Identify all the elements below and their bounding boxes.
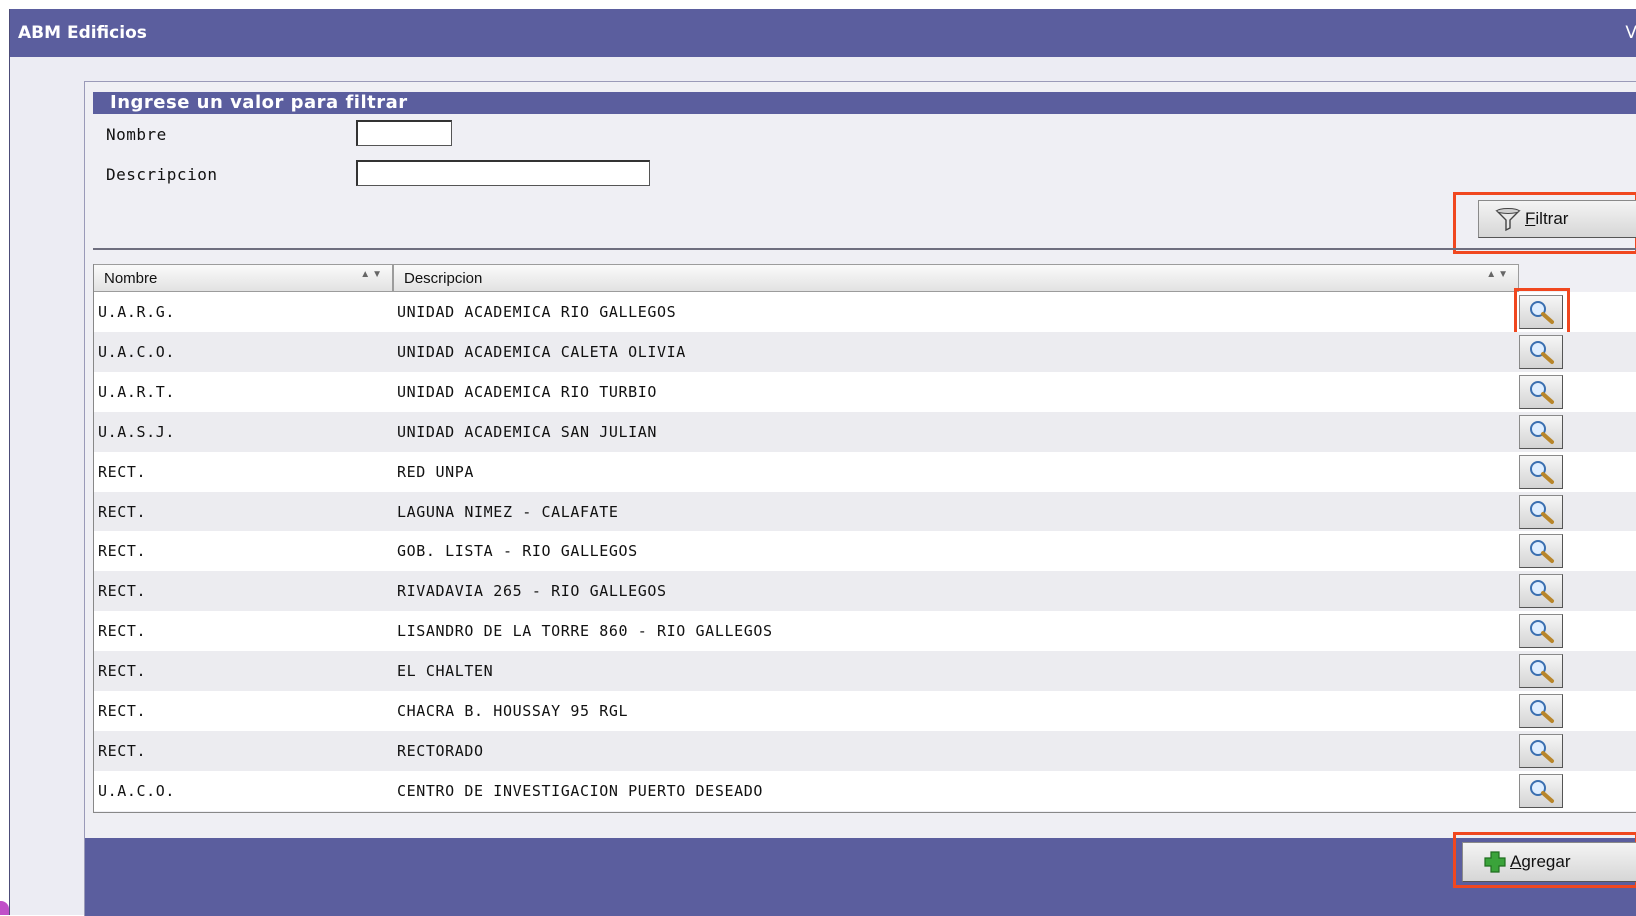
cell-descripcion: RECTORADO — [397, 741, 484, 760]
view-row-button[interactable] — [1519, 454, 1563, 489]
column-header-label: Descripcion — [404, 270, 483, 287]
desktop-corner — [0, 901, 9, 915]
funnel-icon — [1495, 206, 1521, 232]
cell-nombre: U.A.S.J. — [98, 422, 176, 441]
table-row[interactable]: RECT. GOB. LISTA - RIO GALLEGOS — [93, 531, 1636, 572]
cell-descripcion: RED UNPA — [397, 462, 475, 481]
view-row-button[interactable] — [1519, 654, 1563, 689]
column-header-nombre[interactable]: Nombre ▲▼ — [93, 264, 393, 292]
table-row[interactable]: U.A.S.J. UNIDAD ACADEMICA SAN JULIAN — [93, 411, 1636, 452]
cell-descripcion: LISANDRO DE LA TORRE 860 - RIO GALLEGOS — [397, 622, 773, 641]
table-row[interactable]: RECT. LISANDRO DE LA TORRE 860 - RIO GALL… — [93, 611, 1636, 652]
view-row-button[interactable] — [1519, 574, 1563, 609]
cell-nombre: U.A.C.O. — [98, 342, 176, 361]
cell-nombre: RECT. — [98, 622, 147, 641]
cell-nombre: RECT. — [98, 741, 147, 760]
sort-arrows-icon[interactable]: ▲▼ — [1486, 269, 1510, 280]
filter-header: Ingrese un valor para filtrar — [93, 92, 1636, 114]
add-button-label: Agregar — [1510, 852, 1571, 871]
table-row[interactable]: RECT. RED UNPA — [93, 451, 1636, 492]
title-bar: ABM Edificios V — [10, 9, 1636, 57]
footer-bar: Agregar — [85, 832, 1636, 916]
cell-nombre: RECT. — [98, 502, 147, 521]
cell-nombre: RECT. — [98, 662, 147, 681]
table-row[interactable]: U.A.C.O. UNIDAD ACADEMICA CALETA OLIVIA — [93, 331, 1636, 372]
column-header-descripcion[interactable]: Descripcion ▲▼ — [393, 264, 1519, 292]
cell-nombre: RECT. — [98, 542, 147, 561]
view-row-button[interactable] — [1519, 773, 1563, 808]
app-window: ABM Edificios V Ingrese un valor para fi… — [9, 9, 1636, 916]
table-row[interactable]: RECT. EL CHALTEN — [93, 651, 1636, 692]
descripcion-input[interactable] — [356, 160, 650, 186]
view-button-highlight — [1514, 288, 1570, 338]
cell-descripcion: CHACRA B. HOUSSAY 95 RGL — [397, 702, 629, 720]
filter-button[interactable]: Filtrar — [1478, 200, 1636, 238]
table-row[interactable]: U.A.C.O. CENTRO DE INVESTIGACION PUERTO D… — [93, 770, 1636, 811]
cell-descripcion: EL CHALTEN — [397, 662, 494, 681]
table-row[interactable]: RECT. RIVADAVIA 265 - RIO GALLEGOS — [93, 571, 1636, 612]
cell-descripcion: RIVADAVIA 265 - RIO GALLEGOS — [397, 582, 667, 601]
magnifier-icon — [1527, 738, 1557, 768]
view-row-button[interactable] — [1519, 534, 1563, 569]
cell-nombre: U.A.R.T. — [98, 382, 176, 401]
cell-descripcion: UNIDAD ACADEMICA RIO GALLEGOS — [397, 303, 677, 321]
cell-descripcion: CENTRO DE INVESTIGACION PUERTO DESEADO — [397, 781, 763, 800]
filter-panel: Ingrese un valor para filtrar Nombre Des… — [84, 81, 1636, 916]
magnifier-icon — [1527, 459, 1557, 489]
cell-nombre: U.A.C.O. — [98, 781, 176, 800]
cell-descripcion: UNIDAD ACADEMICA SAN JULIAN — [397, 422, 658, 441]
cell-nombre: U.A.R.G. — [98, 303, 176, 321]
filter-header-text: Ingrese un valor para filtrar — [110, 92, 408, 113]
magnifier-icon — [1527, 339, 1557, 369]
view-row-button[interactable] — [1519, 733, 1563, 768]
nombre-label: Nombre — [106, 125, 167, 144]
title-bar-right-text: V — [1625, 23, 1636, 43]
table-row[interactable]: RECT. LAGUNA NIMEZ - CALAFATE — [93, 491, 1636, 532]
table-row[interactable]: RECT. CHACRA B. HOUSSAY 95 RGL — [93, 691, 1636, 731]
nombre-input[interactable] — [356, 120, 452, 146]
magnifier-icon — [1527, 419, 1557, 449]
view-row-button[interactable] — [1519, 334, 1563, 369]
magnifier-icon — [1527, 499, 1557, 529]
cell-descripcion: UNIDAD ACADEMICA CALETA OLIVIA — [397, 342, 686, 361]
magnifier-icon — [1527, 379, 1557, 409]
magnifier-icon — [1527, 618, 1557, 648]
table-row[interactable]: RECT. RECTORADO — [93, 730, 1636, 771]
view-row-button[interactable] — [1519, 414, 1563, 449]
cell-descripcion: GOB. LISTA - RIO GALLEGOS — [397, 542, 638, 561]
magnifier-icon — [1527, 658, 1557, 688]
cell-nombre: RECT. — [98, 582, 147, 601]
add-button[interactable]: Agregar — [1462, 842, 1636, 882]
magnifier-icon — [1527, 698, 1557, 728]
filter-button-label: Filtrar — [1525, 209, 1569, 228]
table-row[interactable]: U.A.R.G. UNIDAD ACADEMICA RIO GALLEGOS — [93, 288, 1636, 338]
descripcion-label: Descripcion — [106, 165, 218, 184]
view-row-button[interactable] — [1519, 374, 1563, 409]
section-divider — [93, 248, 1636, 250]
column-header-label: Nombre — [104, 270, 158, 287]
magnifier-icon — [1527, 778, 1557, 808]
magnifier-icon — [1527, 578, 1557, 608]
cell-descripcion: UNIDAD ACADEMICA RIO TURBIO — [397, 382, 658, 401]
table-row[interactable]: U.A.R.T. UNIDAD ACADEMICA RIO TURBIO — [93, 371, 1636, 412]
cell-nombre: RECT. — [98, 462, 147, 481]
cell-descripcion: LAGUNA NIMEZ - CALAFATE — [397, 502, 619, 521]
plus-icon — [1483, 850, 1507, 874]
view-row-button[interactable] — [1519, 614, 1563, 649]
cell-nombre: RECT. — [98, 702, 147, 720]
view-row-button[interactable] — [1519, 494, 1563, 529]
window-title: ABM Edificios — [18, 23, 147, 43]
magnifier-icon — [1527, 538, 1557, 568]
sort-arrows-icon[interactable]: ▲▼ — [360, 269, 384, 280]
view-row-button[interactable] — [1519, 694, 1563, 728]
